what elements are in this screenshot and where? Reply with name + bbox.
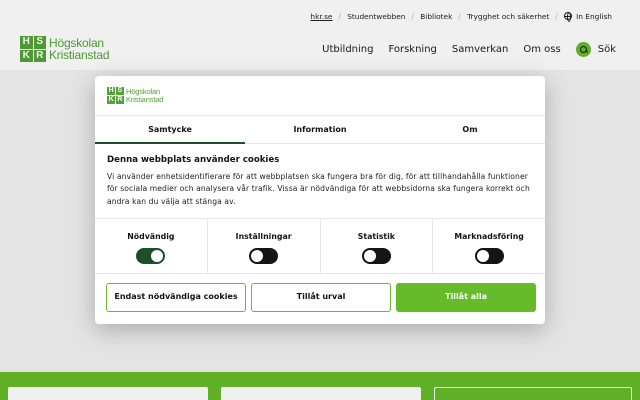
category-label: Inställningar bbox=[235, 232, 292, 241]
dialog-tabs: Samtycke Information Om bbox=[95, 115, 545, 144]
tab-samtycke[interactable]: Samtycke bbox=[95, 116, 245, 144]
logo-text: Högskolan Kristianstad bbox=[126, 87, 164, 104]
cookie-categories: Nödvändig Inställningar Statistik Markna… bbox=[95, 218, 545, 274]
dialog-heading: Denna webbplats använder cookies bbox=[107, 155, 280, 165]
dialog-logo: H S K R Högskolan Kristianstad bbox=[107, 87, 163, 104]
necessary-only-button[interactable]: Endast nödvändiga cookies bbox=[106, 283, 246, 312]
toggle-marknadsforing[interactable] bbox=[474, 248, 504, 264]
tab-om[interactable]: Om bbox=[395, 116, 545, 143]
logo-letter: K bbox=[107, 95, 116, 104]
tab-information[interactable]: Information bbox=[245, 116, 395, 143]
logo-mark: H S K R bbox=[107, 87, 124, 104]
category-nodvandig: Nödvändig bbox=[95, 219, 208, 273]
toggle-statistik[interactable] bbox=[361, 248, 391, 264]
cookie-dialog: H S K R Högskolan Kristianstad Samtycke … bbox=[95, 76, 545, 324]
dialog-buttons: Endast nödvändiga cookies Tillåt urval T… bbox=[106, 283, 536, 312]
category-marknadsforing: Marknadsföring bbox=[433, 219, 545, 273]
category-label: Statistik bbox=[357, 232, 395, 241]
dialog-description: Vi använder enhetsidentifierare för att … bbox=[107, 172, 530, 206]
logo-letter: H bbox=[107, 87, 116, 96]
category-installningar: Inställningar bbox=[208, 219, 321, 273]
allow-all-button[interactable]: Tillåt alla bbox=[396, 283, 536, 312]
toggle-installningar[interactable] bbox=[249, 248, 279, 264]
logo-letter: R bbox=[115, 95, 124, 104]
logo-line-2: Kristianstad bbox=[126, 94, 164, 104]
allow-selection-button[interactable]: Tillåt urval bbox=[251, 283, 391, 312]
category-label: Nödvändig bbox=[127, 232, 175, 241]
toggle-nodvandig[interactable] bbox=[136, 248, 166, 264]
dialog-body: Denna webbplats använder cookies Vi anvä… bbox=[107, 155, 533, 208]
category-statistik: Statistik bbox=[321, 219, 434, 273]
category-label: Marknadsföring bbox=[454, 232, 524, 241]
logo-letter: S bbox=[115, 87, 124, 96]
